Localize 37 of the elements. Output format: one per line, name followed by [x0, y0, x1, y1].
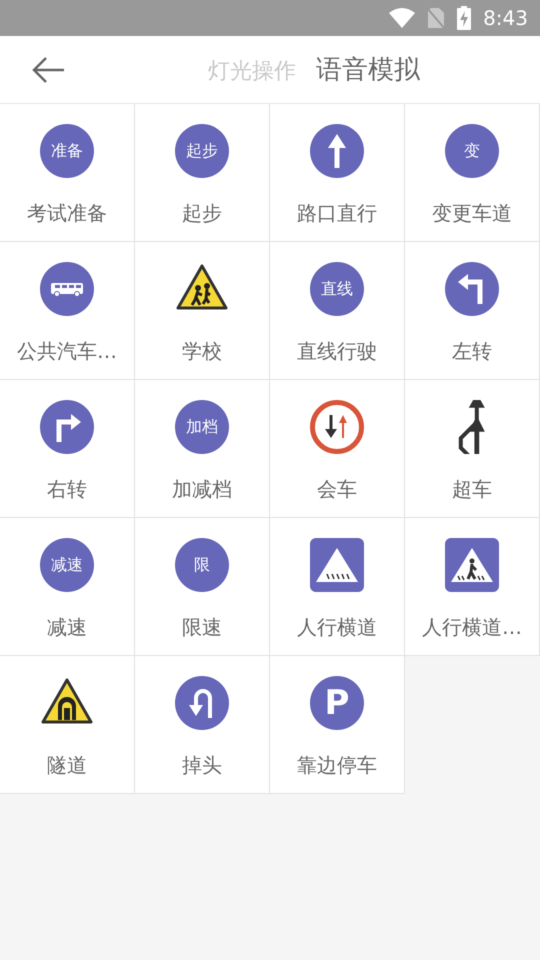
sign-badge: 限 — [175, 538, 229, 592]
sign-badge: 起步 — [175, 124, 229, 178]
sign-tile[interactable]: 会车 — [270, 380, 405, 518]
sign-tile[interactable]: 学校 — [135, 242, 270, 380]
sign-tile[interactable]: 直线 直线行驶 — [270, 242, 405, 380]
pedestrian-crossing-icon — [445, 538, 499, 592]
tab[interactable]: 语音模拟 — [316, 52, 420, 87]
sign-badge: 减速 — [40, 538, 94, 592]
wifi-icon — [389, 8, 416, 28]
sign-tile[interactable]: 左转 — [405, 242, 540, 380]
sign-tile[interactable]: 人行横道 — [270, 518, 405, 656]
sign-badge: P — [310, 676, 364, 730]
sign-tile[interactable]: 超车 — [405, 380, 540, 518]
bus-icon — [40, 262, 94, 316]
clock-time: 8:43 — [483, 6, 528, 30]
sign-badge: 变 — [445, 124, 499, 178]
sign-badge: 加档 — [175, 400, 229, 454]
sign-tile[interactable]: 限 限速 — [135, 518, 270, 656]
sign-tile[interactable]: 起步 起步 — [135, 104, 270, 242]
sign-tile[interactable]: 加档 加减档 — [135, 380, 270, 518]
back-arrow-icon[interactable] — [30, 54, 66, 84]
no-sim-icon — [427, 7, 446, 29]
sign-tile[interactable]: 右转 — [0, 380, 135, 518]
sign-tile[interactable]: 路口直行 — [270, 104, 405, 242]
crosswalk-icon — [310, 538, 364, 592]
sign-tile[interactable]: 减速 减速 — [0, 518, 135, 656]
sign-tile[interactable]: 隧道 — [0, 656, 135, 794]
sign-tile[interactable]: P 靠边停车 — [270, 656, 405, 794]
sign-tile[interactable]: 公共汽车… — [0, 242, 135, 380]
two-way-arrows-icon — [310, 400, 364, 454]
sign-tile[interactable]: 准备 考试准备 — [0, 104, 135, 242]
battery-charging-icon — [457, 6, 472, 30]
sign-badge: 准备 — [40, 124, 94, 178]
sign-badge: 直线 — [310, 262, 364, 316]
sign-tile[interactable]: 掉头 — [135, 656, 270, 794]
sign-tile[interactable]: 人行横道… — [405, 518, 540, 656]
sign-tile[interactable]: 变 变更车道 — [405, 104, 540, 242]
